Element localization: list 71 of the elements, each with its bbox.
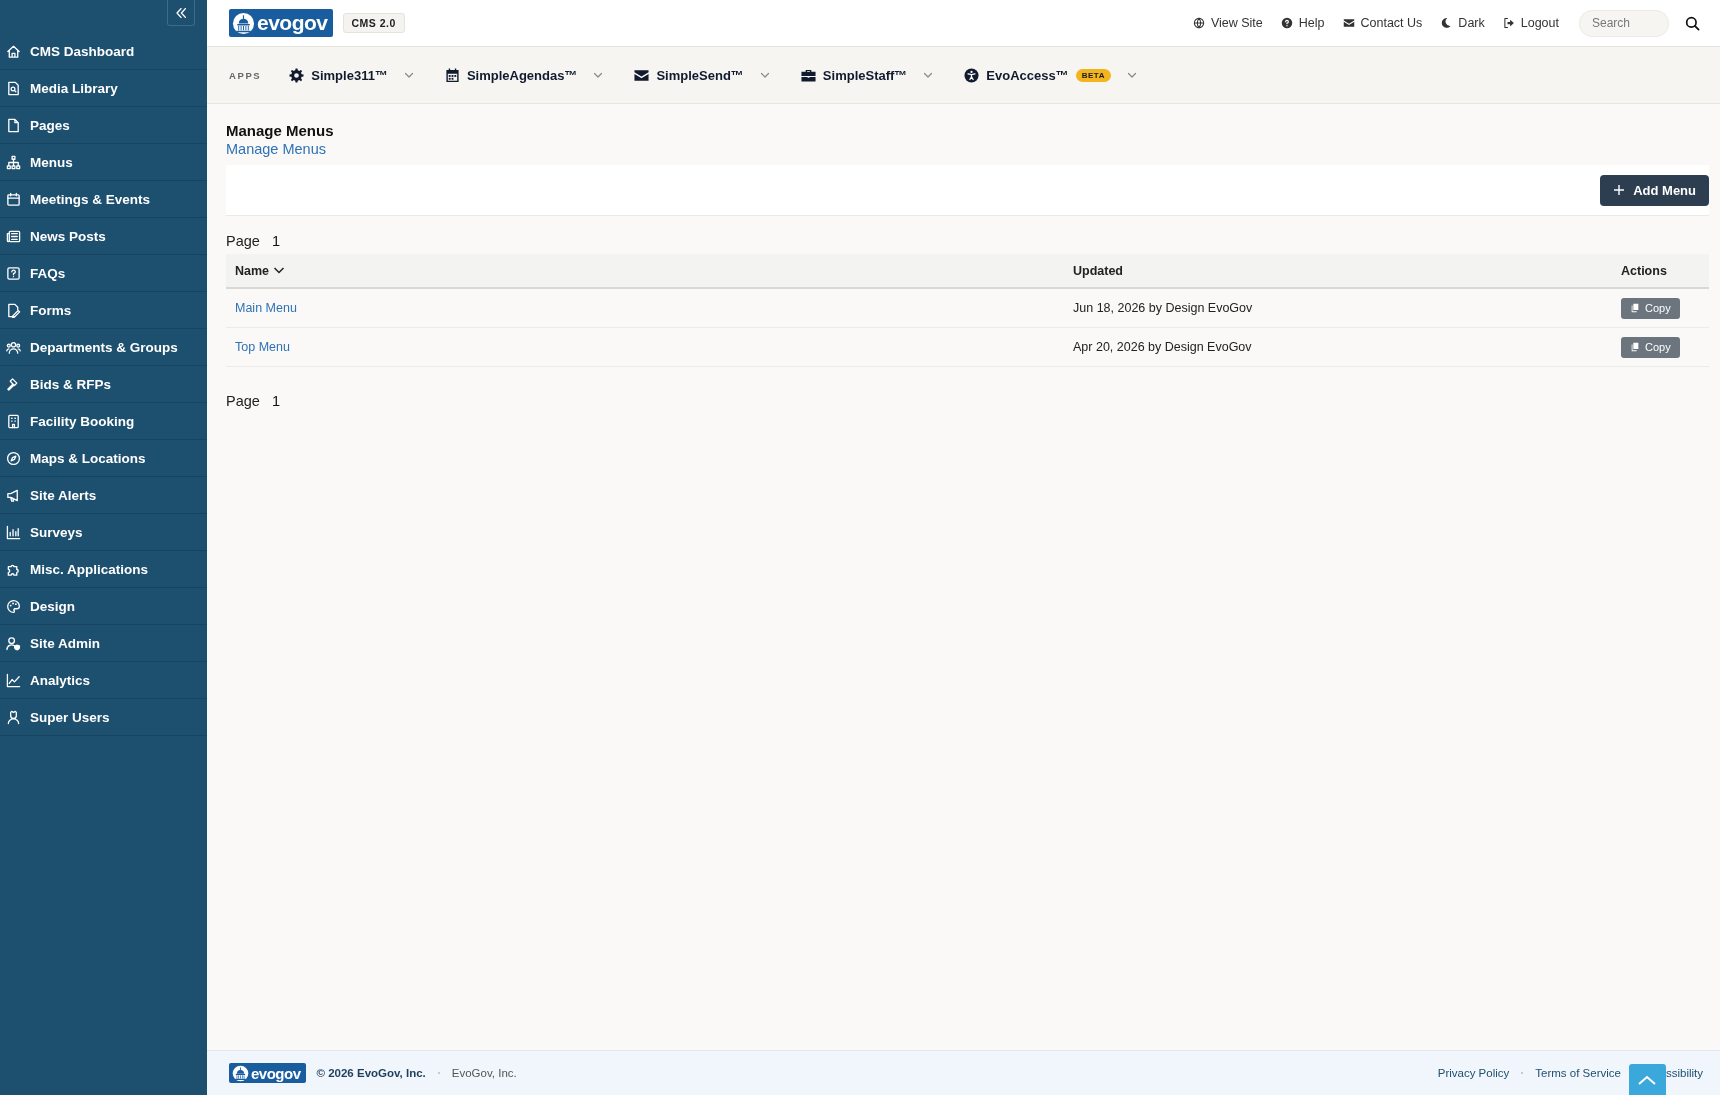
top-nav-link[interactable]: Help (1280, 16, 1325, 30)
app-menu[interactable]: SimpleSend™ (634, 67, 771, 83)
accessibility-icon (964, 67, 980, 83)
building-icon (6, 413, 21, 429)
globe-icon (1192, 17, 1205, 29)
evogov-logo[interactable]: evogov (229, 9, 333, 37)
chevron-up-icon (1637, 1073, 1658, 1086)
top-nav-link[interactable]: Logout (1502, 16, 1559, 30)
column-header[interactable]: Name (226, 254, 1064, 288)
column-header[interactable]: Actions (1612, 254, 1709, 288)
user-icon (6, 709, 21, 725)
envelope-icon (1342, 17, 1355, 29)
apps-label: APPS (229, 69, 262, 81)
search-icon[interactable] (1685, 15, 1700, 31)
pager-label: Page (226, 233, 260, 249)
company-name: EvoGov, Inc. (451, 1067, 517, 1079)
palette-icon (6, 598, 21, 614)
app-menu[interactable]: Simple311™ (289, 67, 415, 83)
compass-icon (6, 450, 21, 466)
table-cell: Jun 18, 2026 by Design EvoGov (1073, 301, 1253, 315)
breadcrumb-link[interactable]: Manage Menus (226, 141, 326, 157)
calendar-icon (6, 191, 21, 207)
collapse-button[interactable] (167, 0, 195, 26)
copy-button[interactable]: Copy (1621, 336, 1680, 358)
add-menu-button[interactable]: Add Menu (1600, 174, 1709, 206)
document-search-icon (6, 80, 21, 96)
envelope-icon (634, 67, 650, 83)
copyright-text: © 2026 EvoGov, Inc. (316, 1067, 426, 1079)
newspaper-icon (6, 228, 21, 244)
top-nav-link[interactable]: View Site (1192, 16, 1263, 30)
top-nav-link[interactable]: Contact Us (1342, 16, 1423, 30)
table-cell: Apr 20, 2026 by Design EvoGov (1073, 340, 1252, 354)
app-menu[interactable]: SimpleStaff™ (800, 67, 935, 83)
help-icon (1280, 17, 1293, 29)
gear-icon (289, 67, 305, 83)
copy-button[interactable]: Copy (1621, 297, 1680, 319)
page-number[interactable]: 1 (271, 233, 280, 249)
page-number[interactable]: 1 (271, 393, 280, 409)
page-title: Manage Menus (226, 122, 334, 139)
moon-icon (1440, 17, 1453, 29)
double-chevron-left-icon (174, 5, 188, 20)
logout-icon (1502, 17, 1515, 29)
version-badge: CMS 2.0 (342, 13, 405, 33)
app-menu[interactable]: EvoAccess™ BETA (964, 67, 1138, 83)
pager-label: Page (226, 393, 260, 409)
bar-chart-icon (6, 524, 21, 540)
evogov-logo[interactable]: evogov (229, 1063, 306, 1083)
line-chart-icon (6, 672, 21, 688)
sitemap-icon (6, 154, 21, 170)
page-icon (6, 117, 21, 133)
footer-link[interactable]: Privacy Policy (1437, 1067, 1510, 1079)
people-icon (6, 339, 21, 355)
column-header[interactable]: Updated (1064, 254, 1612, 288)
beta-badge: BETA (1075, 68, 1111, 82)
calendar-icon (444, 67, 460, 83)
footer-link[interactable]: ssibility (1665, 1067, 1703, 1079)
app-menu[interactable]: SimpleAgendas™ (444, 67, 605, 83)
menu-name-link[interactable]: Main Menu (235, 301, 297, 315)
megaphone-icon (6, 487, 21, 503)
footer-link[interactable]: Terms of Service (1535, 1067, 1621, 1079)
home-icon (6, 43, 21, 59)
user-shield-icon (6, 635, 21, 651)
copy-icon (1630, 303, 1640, 313)
search-field[interactable]: Search (1579, 9, 1669, 37)
question-icon (6, 265, 21, 281)
menu-name-link[interactable]: Top Menu (235, 340, 290, 354)
copy-icon (1630, 342, 1640, 352)
form-edit-icon (6, 302, 21, 318)
top-nav-link[interactable]: Dark (1440, 16, 1485, 30)
plus-icon (1613, 184, 1626, 196)
briefcase-icon (800, 67, 816, 83)
